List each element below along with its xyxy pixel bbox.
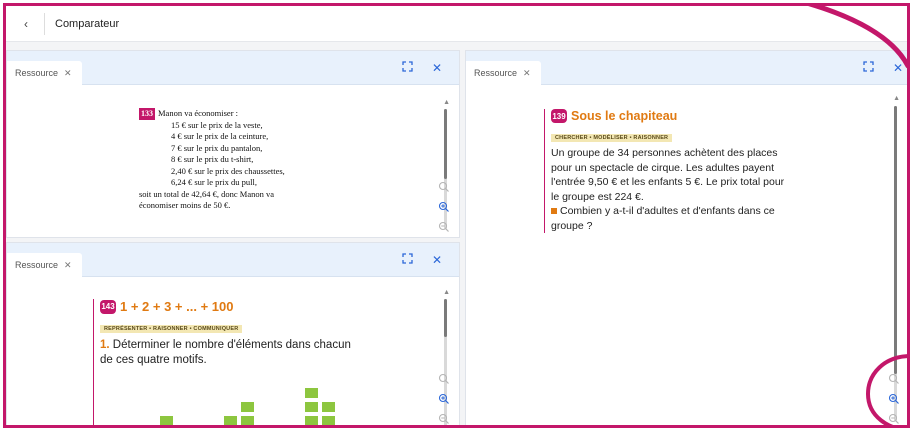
tab-close-icon[interactable]: ✕: [64, 260, 72, 271]
zoom-reset-button[interactable]: [436, 371, 452, 387]
zoom-in-button[interactable]: [436, 199, 452, 215]
tab-label: Ressource: [474, 68, 518, 78]
chevron-left-icon: ‹: [24, 16, 28, 31]
pane-right: Ressource ✕ ✕ 139 Sous le chapiteau CHER…: [465, 50, 907, 425]
pane-top-left: Ressource ✕ ✕ 133 Manon va économiser : 1…: [6, 50, 460, 238]
zoom-reset-icon: [888, 373, 899, 384]
exercise-number: 133: [139, 108, 155, 120]
zoom-in-button[interactable]: [436, 391, 452, 407]
scroll-up-arrow[interactable]: ▲: [443, 99, 450, 106]
exercise-heading: 139 Sous le chapiteau: [551, 109, 834, 123]
content-line-7: 6,24 € sur le prix du pull,: [171, 177, 257, 187]
zoom-reset-button[interactable]: [436, 179, 452, 195]
zoom-in-icon: [438, 393, 449, 404]
content-line-9: économiser moins de 50 €.: [139, 200, 231, 210]
pane-bottom-left: Ressource ✕ ✕ 143 1 + 2 + 3 + ... + 100 …: [6, 242, 460, 425]
tab-label: Ressource: [15, 260, 59, 270]
close-icon: ✕: [431, 253, 443, 267]
zoom-out-button[interactable]: [436, 411, 452, 425]
question-line-2: groupe ?: [551, 219, 593, 232]
zoom-reset-icon: [438, 373, 449, 384]
content-line-1: 133 Manon va économiser :: [139, 108, 239, 120]
scroll-up-arrow[interactable]: ▲: [893, 95, 900, 102]
zoom-out-icon: [438, 221, 449, 232]
close-pane-button[interactable]: ✕: [890, 61, 906, 75]
scrollbar-thumb[interactable]: [894, 106, 897, 374]
zoom-out-icon: [438, 413, 449, 424]
content-line-5: 8 € sur le prix du t-shirt,: [171, 154, 254, 164]
expand-button[interactable]: [860, 61, 876, 75]
expand-button[interactable]: [399, 253, 415, 267]
tab-resource[interactable]: Ressource ✕: [7, 253, 82, 277]
content-line-8: soit un total de 42,64 €, donc Manon va: [139, 188, 275, 199]
content-line-3: 4 € sur le prix de la ceinture,: [171, 131, 269, 141]
app-frame: ‹ Comparateur Ressource ✕ ✕ 133 Manon va …: [3, 3, 910, 428]
problem-line-4: le groupe est 224 €.: [551, 190, 644, 203]
exercise-number: 143: [100, 299, 116, 314]
skills-row: CHERCHER • MODÉLISER • RAISONNER: [551, 126, 834, 144]
tab-resource[interactable]: Ressource ✕: [466, 61, 541, 85]
content-line-2: 15 € sur le prix de la veste,: [171, 119, 263, 130]
resource-content: 143 1 + 2 + 3 + ... + 100 REPRÉSENTER • …: [93, 299, 393, 425]
zoom-reset-icon: [438, 181, 449, 192]
exercise-title: 1 + 2 + 3 + ... + 100: [120, 299, 234, 314]
close-icon: ✕: [431, 61, 443, 75]
question-text: 1. Déterminer le nombre d'éléments dans …: [100, 339, 351, 366]
expand-icon: [401, 253, 413, 264]
zoom-controls: [885, 371, 903, 425]
zoom-controls: [435, 179, 453, 235]
skills-tag: REPRÉSENTER • RAISONNER • COMMUNIQUER: [100, 325, 243, 333]
page-title: Comparateur: [55, 17, 120, 30]
question-marker: [551, 208, 557, 214]
pane-header: Ressource ✕ ✕: [466, 51, 907, 85]
zoom-out-button[interactable]: [886, 411, 902, 425]
pane-header: Ressource ✕ ✕: [7, 51, 459, 85]
pane-header: Ressource ✕ ✕: [7, 243, 459, 277]
tab-label: Ressource: [15, 68, 59, 78]
close-icon: ✕: [892, 61, 904, 75]
problem-text: Un groupe de 34 personnes achètent des p…: [551, 146, 834, 233]
zoom-in-button[interactable]: [886, 391, 902, 407]
problem-line-2: pour un spectacle de cirque. Les adultes…: [551, 161, 774, 174]
question-number: 1.: [100, 339, 110, 351]
expand-button[interactable]: [399, 61, 415, 75]
zoom-in-icon: [888, 393, 899, 404]
zoom-controls: [435, 371, 453, 425]
exercise-heading: 143 1 + 2 + 3 + ... + 100: [100, 299, 393, 314]
skills-row: REPRÉSENTER • RAISONNER • COMMUNIQUER: [100, 317, 393, 335]
tab-close-icon[interactable]: ✕: [523, 68, 531, 79]
tab-close-icon[interactable]: ✕: [64, 68, 72, 79]
question-line-1: Combien y a-t-il d'adultes et d'enfants …: [551, 204, 834, 219]
exercise-number: 139: [551, 109, 567, 123]
content-line-6: 2,40 € sur le prix des chaussettes,: [171, 165, 285, 176]
zoom-out-icon: [888, 413, 899, 424]
top-bar: ‹ Comparateur: [6, 6, 907, 42]
zoom-reset-button[interactable]: [886, 371, 902, 387]
scrollbar-thumb[interactable]: [444, 299, 447, 337]
resource-content: 133 Manon va économiser : 15 € sur le pri…: [139, 108, 379, 212]
expand-icon: [401, 61, 413, 72]
motifs-figure: [160, 388, 335, 425]
skills-tag: CHERCHER • MODÉLISER • RAISONNER: [551, 134, 673, 142]
close-pane-button[interactable]: ✕: [429, 253, 445, 267]
content-line-4: 7 € sur le prix du pantalon,: [171, 142, 263, 153]
expand-icon: [862, 61, 874, 72]
back-button[interactable]: ‹: [12, 10, 40, 38]
zoom-in-icon: [438, 201, 449, 212]
problem-line-1: Un groupe de 34 personnes achètent des p…: [551, 147, 778, 159]
resource-content: 139 Sous le chapiteau CHERCHER • MODÉLIS…: [544, 109, 834, 233]
problem-line-3: l'entrée 9,50 € et les enfants 5 €. Le p…: [551, 176, 785, 188]
tab-resource[interactable]: Ressource ✕: [7, 61, 82, 85]
exercise-title: Sous le chapiteau: [571, 109, 678, 123]
scroll-up-arrow[interactable]: ▲: [443, 289, 450, 296]
zoom-out-button[interactable]: [436, 219, 452, 235]
scrollbar-thumb[interactable]: [444, 109, 447, 179]
divider: [44, 12, 45, 35]
close-pane-button[interactable]: ✕: [429, 61, 445, 75]
